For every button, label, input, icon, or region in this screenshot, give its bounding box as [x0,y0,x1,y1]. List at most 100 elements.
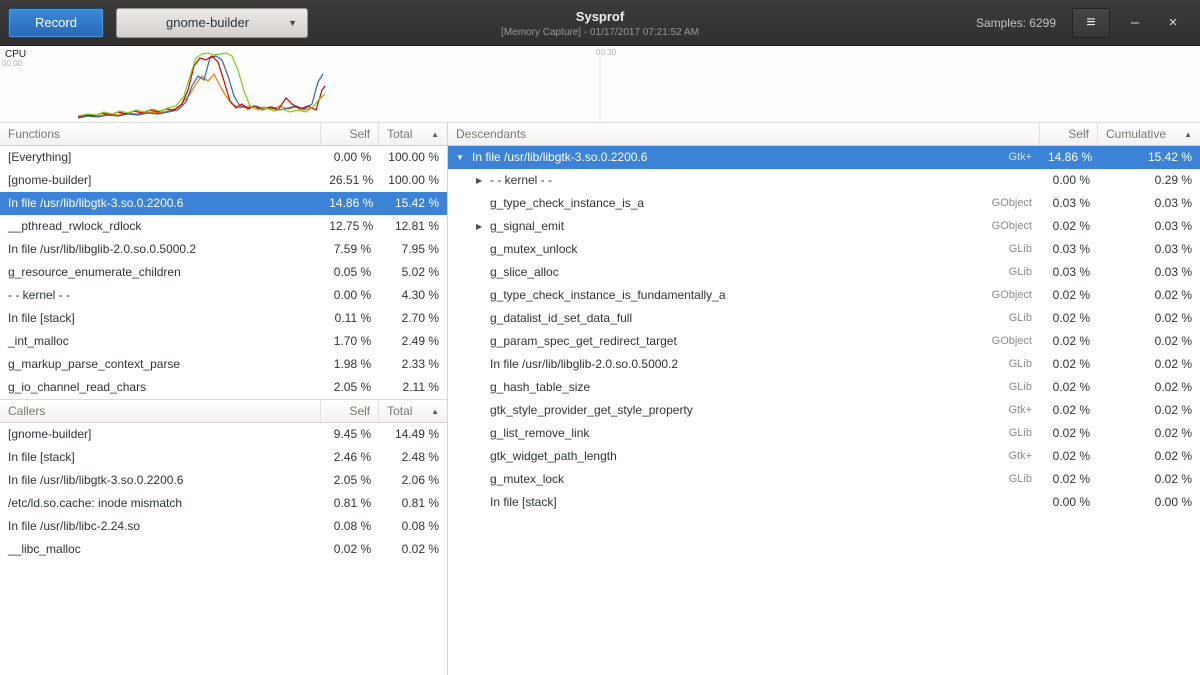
column-label: Self [349,404,370,418]
total-value: 2.48 % [379,446,447,469]
library-badge: GLib [1001,422,1032,445]
descendant-name: In file /usr/lib/libgtk-3.so.0.2200.6 [472,146,647,169]
table-row[interactable]: [gnome-builder] 9.45 % 14.49 % [0,423,447,446]
column-header-descendants[interactable]: Descendants [448,123,1040,145]
tree-row[interactable]: In file /usr/lib/libglib-2.0.so.0.5000.2… [448,353,1200,376]
chevron-down-icon: ▼ [288,18,297,28]
tree-row[interactable]: ▶ - - kernel - - 0.00 % 0.29 % [448,169,1200,192]
functions-table-header: Functions Self Total▲ [0,122,447,146]
table-row[interactable]: In file /usr/lib/libglib-2.0.so.0.5000.2… [0,238,447,261]
descendant-name: g_datalist_id_set_data_full [490,307,632,330]
caller-name: In file [stack] [0,446,321,469]
self-value: 0.02 % [1040,468,1098,491]
tree-row[interactable]: g_list_remove_link GLib 0.02 % 0.02 % [448,422,1200,445]
menu-button[interactable]: ≡ [1072,8,1110,38]
tree-row[interactable]: g_hash_table_size GLib 0.02 % 0.02 % [448,376,1200,399]
expander-open-icon[interactable]: ▼ [456,146,472,169]
tree-row[interactable]: g_type_check_instance_is_a GObject 0.03 … [448,192,1200,215]
minimize-button[interactable]: – [1122,14,1148,31]
tree-row[interactable]: g_mutex_lock GLib 0.02 % 0.02 % [448,468,1200,491]
function-name: g_markup_parse_context_parse [0,353,321,376]
tree-row-selected[interactable]: ▼ In file /usr/lib/libgtk-3.so.0.2200.6 … [448,146,1200,169]
self-value: 0.03 % [1040,261,1098,284]
cumulative-value: 0.02 % [1098,353,1200,376]
table-row[interactable]: g_resource_enumerate_children 0.05 % 5.0… [0,261,447,284]
process-selector-dropdown[interactable]: gnome-builder ▼ [116,8,308,38]
expander-closed-icon[interactable]: ▶ [476,215,490,238]
table-row[interactable]: In file [stack] 2.46 % 2.48 % [0,446,447,469]
column-label: Total [387,127,412,141]
close-button[interactable]: × [1160,14,1186,31]
tree-row[interactable]: In file [stack] 0.00 % 0.00 % [448,491,1200,514]
table-row[interactable]: In file /usr/lib/libgtk-3.so.0.2200.6 2.… [0,469,447,492]
table-row[interactable]: /etc/ld.so.cache: inode mismatch 0.81 % … [0,492,447,515]
column-header-total[interactable]: Total▲ [379,400,447,422]
function-name: In file /usr/lib/libglib-2.0.so.0.5000.2 [0,238,321,261]
table-row[interactable]: [Everything] 0.00 % 100.00 % [0,146,447,169]
total-value: 2.06 % [379,469,447,492]
table-row[interactable]: - - kernel - - 0.00 % 4.30 % [0,284,447,307]
table-row[interactable]: _int_malloc 1.70 % 2.49 % [0,330,447,353]
column-header-functions[interactable]: Functions [0,123,321,145]
cumulative-value: 0.02 % [1098,399,1200,422]
function-name: g_io_channel_read_chars [0,376,321,399]
cpu-line-blue [78,56,323,118]
tree-row[interactable]: g_mutex_unlock GLib 0.03 % 0.03 % [448,238,1200,261]
self-value: 2.46 % [321,446,379,469]
total-value: 100.00 % [379,146,447,169]
total-value: 2.70 % [379,307,447,330]
library-badge: GLib [1001,353,1032,376]
column-header-self[interactable]: Self [321,400,379,422]
caller-name: [gnome-builder] [0,423,321,446]
function-name: - - kernel - - [0,284,321,307]
total-value: 2.11 % [379,376,447,399]
table-row[interactable]: g_markup_parse_context_parse 1.98 % 2.33… [0,353,447,376]
column-header-callers[interactable]: Callers [0,400,321,422]
descendant-name: g_hash_table_size [490,376,590,399]
tree-row[interactable]: g_type_check_instance_is_fundamentally_a… [448,284,1200,307]
library-badge: GLib [1001,238,1032,261]
tree-row[interactable]: gtk_widget_path_length Gtk+ 0.02 % 0.02 … [448,445,1200,468]
descendant-name: g_signal_emit [490,215,564,238]
self-value: 0.02 % [1040,284,1098,307]
cpu-graph[interactable]: CPU 00:00 00:30 [0,46,1200,122]
cumulative-value: 0.03 % [1098,192,1200,215]
self-value: 1.70 % [321,330,379,353]
tree-row[interactable]: g_param_spec_get_redirect_target GObject… [448,330,1200,353]
column-header-cumulative[interactable]: Cumulative▲ [1098,123,1200,145]
library-badge: GLib [1001,261,1032,284]
tree-row[interactable]: g_slice_alloc GLib 0.03 % 0.03 % [448,261,1200,284]
cumulative-value: 0.03 % [1098,261,1200,284]
table-row[interactable]: In file /usr/lib/libc-2.24.so 0.08 % 0.0… [0,515,447,538]
self-value: 0.11 % [321,307,379,330]
table-row[interactable]: In file [stack] 0.11 % 2.70 % [0,307,447,330]
library-badge: GLib [1001,468,1032,491]
table-row[interactable]: [gnome-builder] 26.51 % 100.00 % [0,169,447,192]
cumulative-value: 0.02 % [1098,422,1200,445]
column-header-self[interactable]: Self [1040,123,1098,145]
table-row[interactable]: g_io_channel_read_chars 2.05 % 2.11 % [0,376,447,399]
time-label-mid: 00:30 [596,48,616,57]
function-name: [Everything] [0,146,321,169]
tree-row[interactable]: ▶ g_signal_emit GObject 0.02 % 0.03 % [448,215,1200,238]
record-button[interactable]: Record [8,8,104,38]
samples-count: Samples: 6299 [976,16,1056,30]
self-value: 2.05 % [321,376,379,399]
cumulative-value: 0.03 % [1098,238,1200,261]
column-header-total[interactable]: Total▲ [379,123,447,145]
self-value: 26.51 % [321,169,379,192]
descendant-name: g_type_check_instance_is_fundamentally_a [490,284,726,307]
self-value: 0.02 % [1040,422,1098,445]
tree-row[interactable]: g_datalist_id_set_data_full GLib 0.02 % … [448,307,1200,330]
column-header-self[interactable]: Self [321,123,379,145]
column-label: Functions [8,127,60,141]
sort-arrow-icon: ▲ [425,407,439,416]
self-value: 0.81 % [321,492,379,515]
tree-row[interactable]: gtk_style_provider_get_style_property Gt… [448,399,1200,422]
self-value: 0.00 % [321,146,379,169]
descendant-name: gtk_widget_path_length [490,445,617,468]
expander-closed-icon[interactable]: ▶ [476,169,490,192]
table-row[interactable]: __pthread_rwlock_rdlock 12.75 % 12.81 % [0,215,447,238]
table-row[interactable]: __libc_malloc 0.02 % 0.02 % [0,538,447,561]
table-row-selected[interactable]: In file /usr/lib/libgtk-3.so.0.2200.6 14… [0,192,447,215]
